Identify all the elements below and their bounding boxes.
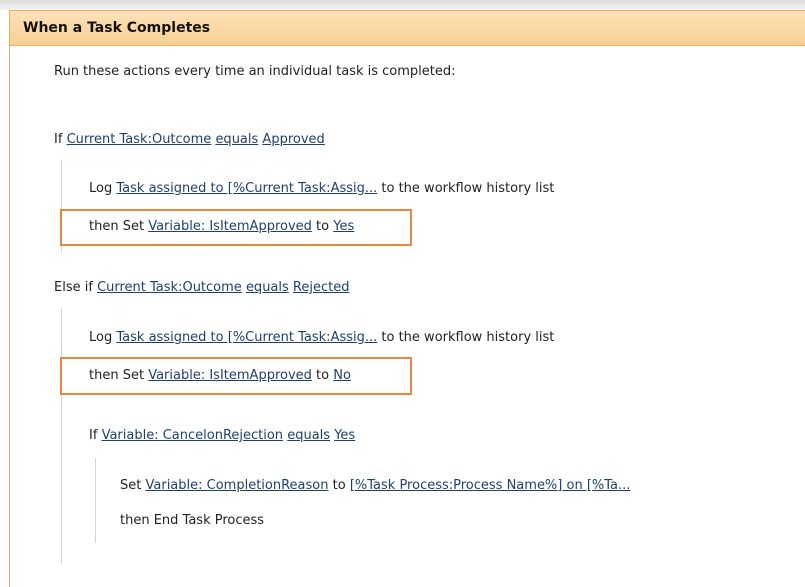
if-value-link[interactable]: Approved	[262, 132, 324, 147]
else-if-keyword: Else if	[54, 280, 93, 295]
set-to: to	[332, 478, 346, 493]
set-value-link[interactable]: [%Task Process:Process Name%] on [%Ta...	[350, 478, 631, 493]
else-if-set-action: then Set Variable: IsItemApproved to No	[89, 368, 351, 383]
else-if-log-action: Log Task assigned to [%Current Task:Assi…	[89, 330, 554, 345]
set-value-link[interactable]: Yes	[333, 219, 354, 234]
nested-if-value-link[interactable]: Yes	[334, 428, 355, 443]
if-keyword: If	[54, 132, 63, 147]
set-prefix: then Set	[89, 368, 145, 383]
nested-if-condition: If Variable: CancelonRejection equals Ye…	[89, 428, 355, 443]
set-prefix: then Set	[89, 219, 145, 234]
if-log-action: Log Task assigned to [%Current Task:Assi…	[89, 181, 554, 196]
set-variable-link[interactable]: Variable: CompletionReason	[146, 478, 329, 493]
if-operator-link[interactable]: equals	[215, 132, 258, 147]
panel-title: When a Task Completes	[23, 20, 211, 36]
log-message-link[interactable]: Task assigned to [%Current Task:Assig...	[116, 330, 377, 345]
end-task-process-action: then End Task Process	[120, 513, 265, 528]
set-value-link[interactable]: No	[333, 368, 351, 383]
set-variable-link[interactable]: Variable: IsItemApproved	[148, 368, 312, 383]
log-suffix: to the workflow history list	[381, 181, 555, 196]
log-prefix: Log	[89, 181, 113, 196]
else-if-branch-line	[61, 308, 62, 564]
log-message-link[interactable]: Task assigned to [%Current Task:Assig...	[116, 181, 377, 196]
nested-if-keyword: If	[89, 428, 98, 443]
if-field-link[interactable]: Current Task:Outcome	[67, 132, 212, 147]
else-if-condition: Else if Current Task:Outcome equals Reje…	[54, 280, 349, 295]
set-to: to	[316, 219, 330, 234]
set-prefix: Set	[120, 478, 142, 493]
log-suffix: to the workflow history list	[381, 330, 555, 345]
nested-if-branch-line	[95, 458, 96, 543]
else-if-operator-link[interactable]: equals	[246, 280, 289, 295]
workflow-step-panel: When a Task Completes	[9, 10, 805, 587]
log-prefix: Log	[89, 330, 113, 345]
else-if-value-link[interactable]: Rejected	[293, 280, 350, 295]
step-description: Run these actions every time an individu…	[54, 64, 456, 79]
top-shadow	[0, 0, 805, 10]
nested-if-operator-link[interactable]: equals	[287, 428, 330, 443]
panel-header: When a Task Completes	[10, 11, 805, 46]
else-if-field-link[interactable]: Current Task:Outcome	[97, 280, 242, 295]
if-condition: If Current Task:Outcome equals Approved	[54, 132, 325, 147]
set-variable-link[interactable]: Variable: IsItemApproved	[148, 219, 312, 234]
set-to: to	[316, 368, 330, 383]
if-set-action: then Set Variable: IsItemApproved to Yes	[89, 219, 354, 234]
nested-set-action: Set Variable: CompletionReason to [%Task…	[120, 478, 630, 493]
nested-if-field-link[interactable]: Variable: CancelonRejection	[102, 428, 284, 443]
